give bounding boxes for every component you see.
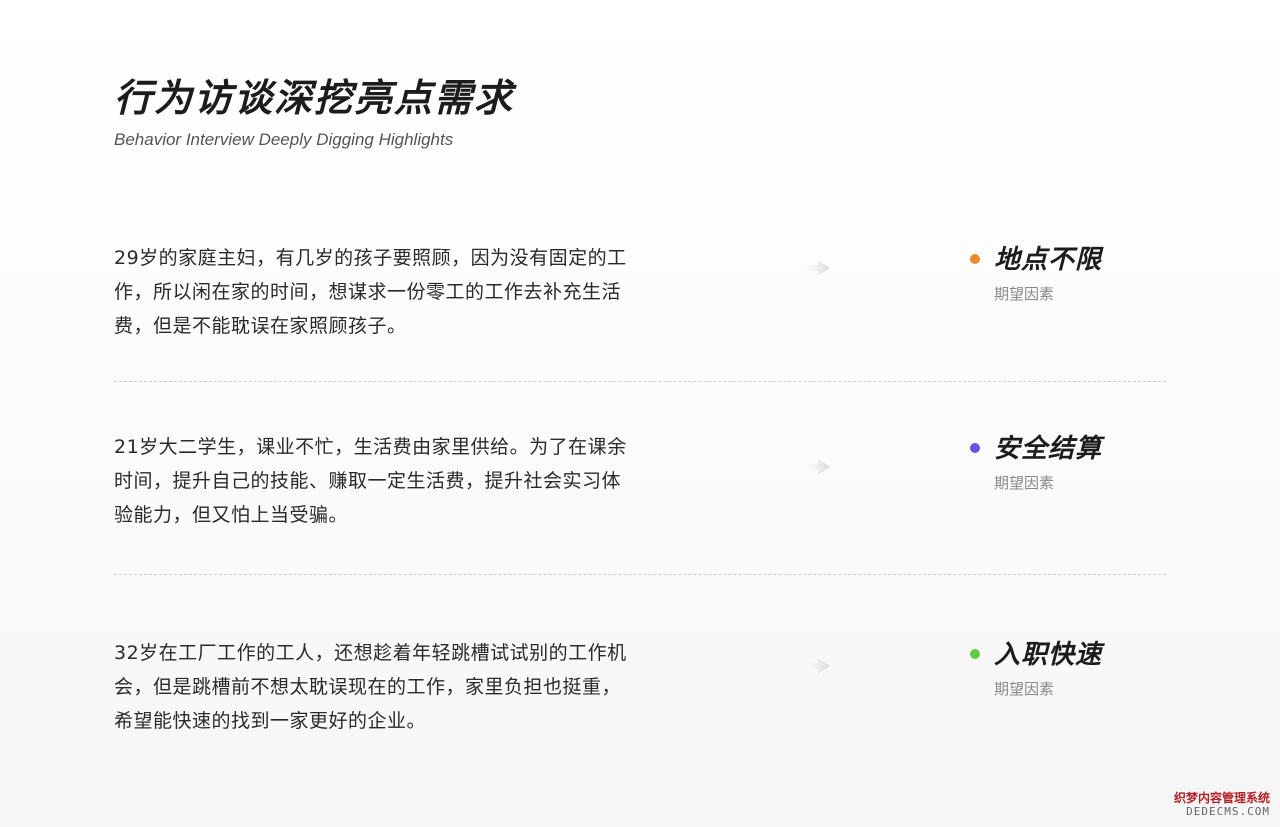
interview-row: 29岁的家庭主妇，有几岁的孩子要照顾，因为没有固定的工作，所以闲在家的时间，想谋… <box>114 241 1166 351</box>
arrow-right-icon <box>800 658 830 674</box>
arrow-right-icon <box>800 459 830 475</box>
page: 行为访谈深挖亮点需求 Behavior Interview Deeply Dig… <box>0 0 1280 827</box>
watermark: 织梦内容管理系统 DEDECMS.COM <box>1174 791 1270 819</box>
page-subtitle: Behavior Interview Deeply Digging Highli… <box>114 130 454 149</box>
divider <box>114 574 1166 575</box>
watermark-en: DEDECMS.COM <box>1186 805 1270 818</box>
row-description: 32岁在工厂工作的工人，还想趁着年轻跳槽试试别的工作机会，但是跳槽前不想太耽误现… <box>114 642 627 732</box>
interview-row: 32岁在工厂工作的工人，还想趁着年轻跳槽试试别的工作机会，但是跳槽前不想太耽误现… <box>114 636 1166 746</box>
page-title: 行为访谈深挖亮点需求 <box>114 76 515 120</box>
bullet-dot-icon <box>970 443 980 453</box>
header: 行为访谈深挖亮点需求 Behavior Interview Deeply Dig… <box>114 72 514 150</box>
bullet-dot-icon <box>970 254 980 264</box>
factor-caption: 期望因素 <box>994 474 1055 492</box>
divider <box>114 381 1166 382</box>
watermark-cn: 织梦内容管理系统 <box>1173 791 1270 805</box>
row-description: 29岁的家庭主妇，有几岁的孩子要照顾，因为没有固定的工作，所以闲在家的时间，想谋… <box>114 247 627 337</box>
bullet-dot-icon <box>970 649 980 659</box>
interview-row: 21岁大二学生，课业不忙，生活费由家里供给。为了在课余时间，提升自己的技能、赚取… <box>114 430 1166 540</box>
factor-title: 地点不限 <box>994 245 1103 275</box>
row-description: 21岁大二学生，课业不忙，生活费由家里供给。为了在课余时间，提升自己的技能、赚取… <box>114 436 627 526</box>
factor-title: 安全结算 <box>994 434 1103 464</box>
factor-caption: 期望因素 <box>994 680 1055 698</box>
factor-title: 入职快速 <box>994 640 1103 670</box>
arrow-right-icon <box>800 260 830 276</box>
factor-caption: 期望因素 <box>994 285 1055 303</box>
